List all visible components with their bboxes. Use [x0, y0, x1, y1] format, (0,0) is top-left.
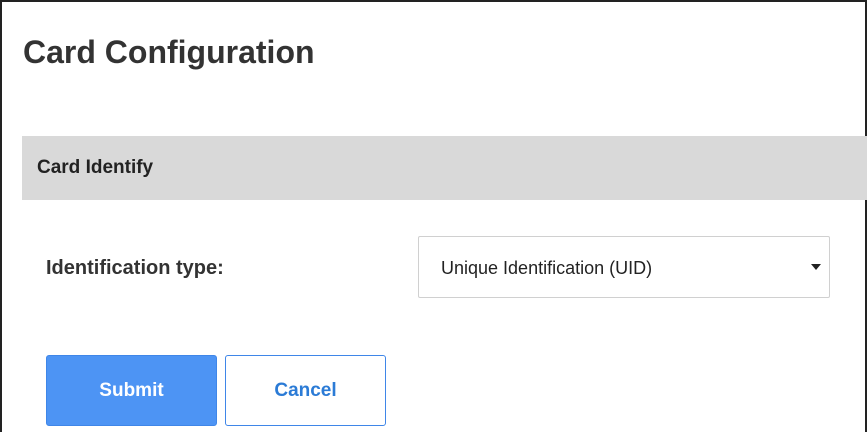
page-title: Card Configuration [23, 34, 315, 70]
identification-type-value: Unique Identification (UID) [441, 258, 653, 278]
chevron-down-icon [811, 264, 821, 270]
section-header: Card Identify [22, 136, 867, 200]
cancel-button[interactable]: Cancel [225, 355, 386, 426]
identification-type-select[interactable]: Unique Identification (UID) [418, 236, 830, 298]
submit-button[interactable]: Submit [46, 355, 217, 426]
section-title: Card Identify [37, 157, 154, 178]
identification-type-label: Identification type: [46, 257, 224, 279]
card-configuration-panel: Card Configuration Card Identify Identif… [0, 0, 867, 432]
